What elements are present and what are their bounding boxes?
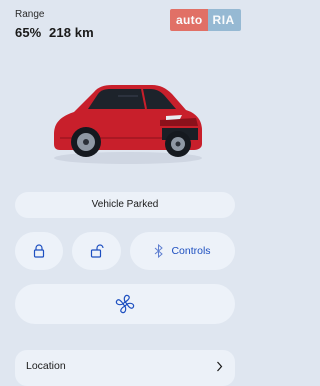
range-values: 65% 218 km — [15, 25, 94, 40]
watermark-ria: RIA — [207, 9, 241, 31]
watermark-logo: auto RIA — [170, 9, 241, 31]
location-label: Location — [26, 360, 66, 372]
vehicle-image — [54, 85, 202, 164]
fan-icon — [115, 294, 135, 314]
range-label: Range — [15, 9, 45, 20]
lock-button[interactable] — [15, 232, 63, 270]
location-row[interactable]: Location — [15, 350, 235, 386]
bluetooth-icon — [155, 244, 164, 258]
chevron-right-icon — [217, 361, 223, 371]
lock-icon — [33, 244, 45, 258]
battery-percent: 65% — [15, 25, 42, 40]
range-distance: 218 km — [49, 25, 94, 40]
watermark-auto: auto — [170, 9, 208, 31]
controls-button[interactable]: Controls — [130, 232, 235, 270]
unlock-icon — [90, 244, 104, 258]
unlock-button[interactable] — [72, 232, 121, 270]
climate-button[interactable] — [15, 284, 235, 324]
controls-label: Controls — [171, 245, 211, 257]
vehicle-status: Vehicle Parked — [15, 192, 235, 218]
